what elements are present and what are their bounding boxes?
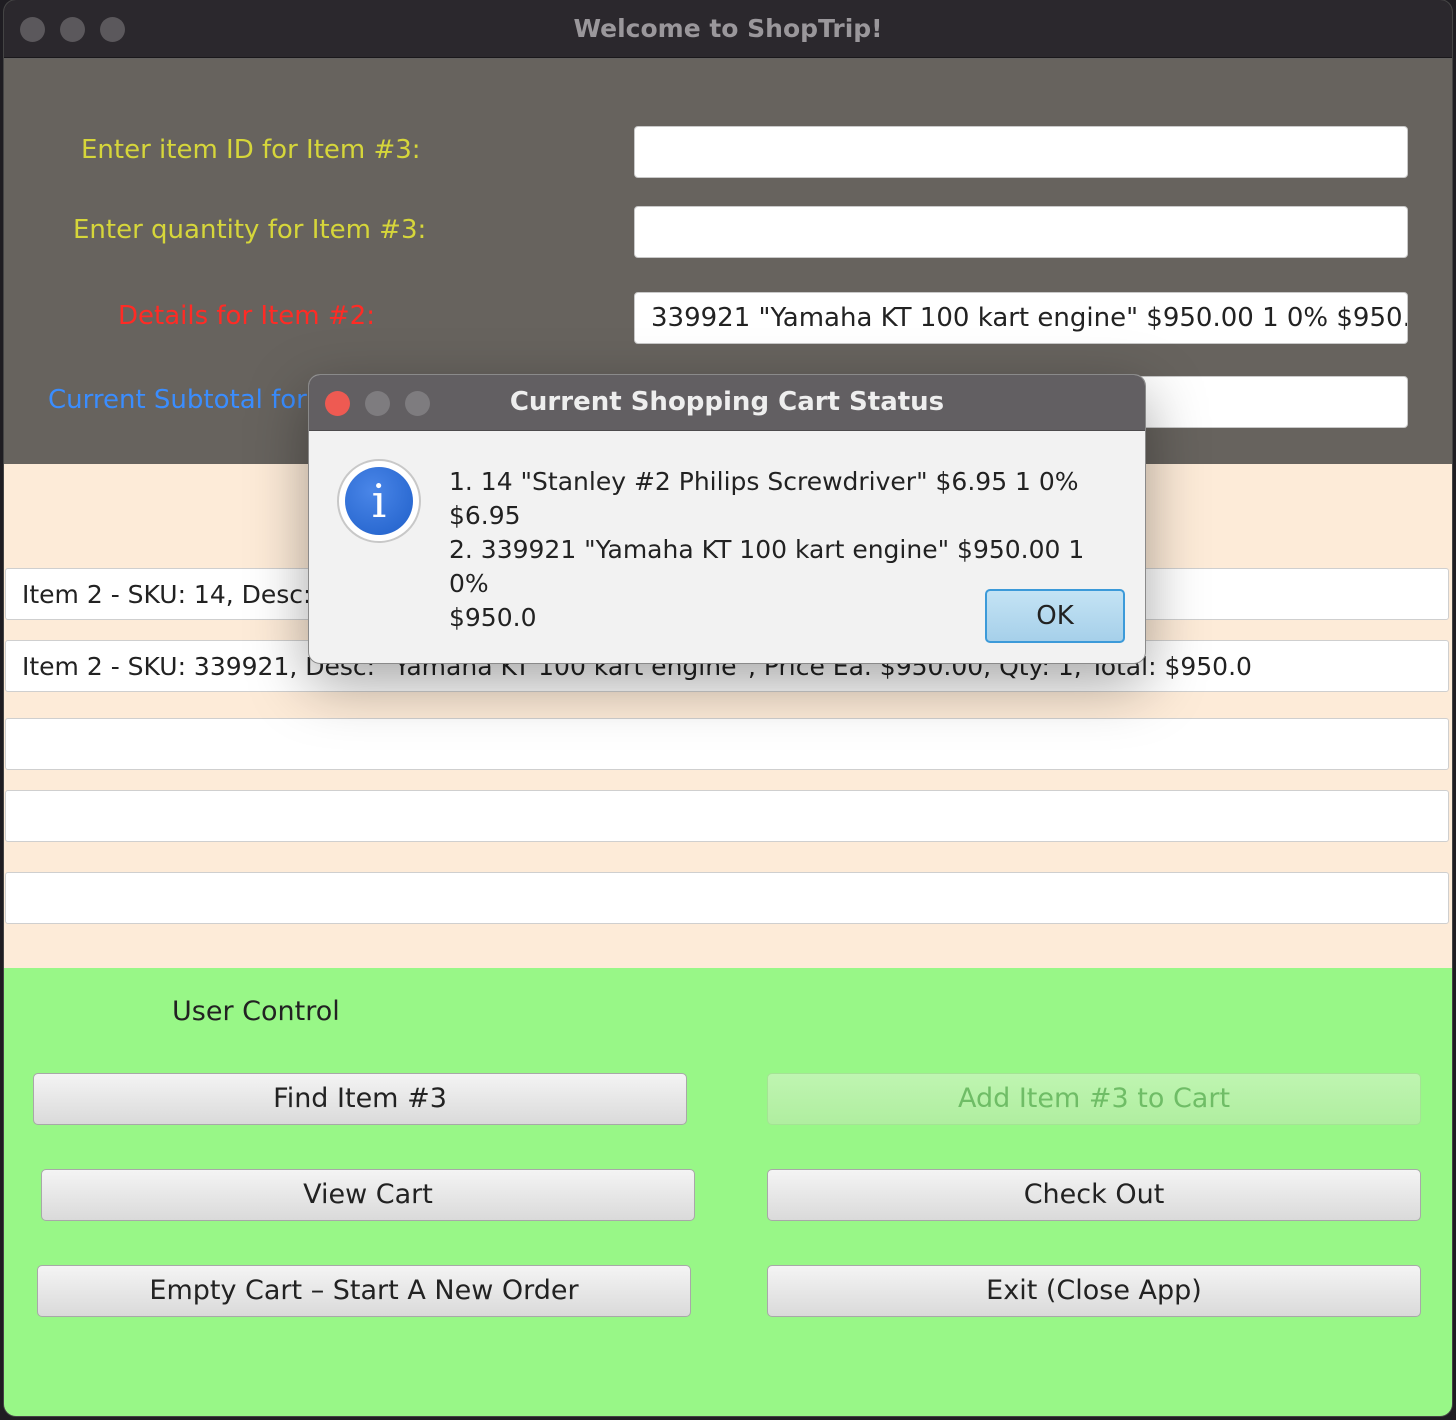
cart-status-dialog: Current Shopping Cart Status i 1. 14 "St… (308, 374, 1146, 664)
check-out-button[interactable]: Check Out (767, 1169, 1421, 1221)
view-cart-button[interactable]: View Cart (41, 1169, 695, 1221)
dialog-title-bar: Current Shopping Cart Status (309, 375, 1145, 431)
user-control-title: User Control (172, 996, 340, 1027)
ok-button[interactable]: OK (985, 589, 1125, 643)
find-item-button[interactable]: Find Item #3 (33, 1073, 687, 1125)
dialog-title: Current Shopping Cart Status (509, 387, 945, 417)
quantity-label: Enter quantity for Item #3: (73, 215, 427, 245)
empty-cart-button[interactable]: Empty Cart – Start A New Order (37, 1265, 691, 1317)
item-id-label: Enter item ID for Item #3: (81, 135, 421, 165)
info-icon: i (337, 459, 421, 543)
title-bar: Welcome to ShopTrip! (4, 0, 1452, 58)
main-window: Welcome to ShopTrip! Enter item ID for I… (4, 0, 1452, 1416)
dialog-line-1: 1. 14 "Stanley #2 Philips Screwdriver" $… (449, 467, 1079, 530)
info-icon-glyph: i (345, 467, 413, 535)
details-label: Details for Item #2: (118, 301, 375, 331)
details-field[interactable]: 339921 "Yamaha KT 100 kart engine" $950.… (634, 292, 1408, 344)
add-item-button[interactable]: Add Item #3 to Cart (767, 1073, 1421, 1125)
subtotal-label: Current Subtotal for (48, 385, 307, 415)
window-title: Welcome to ShopTrip! (573, 14, 883, 43)
cart-row-3[interactable] (5, 718, 1449, 770)
quantity-field[interactable] (634, 206, 1408, 258)
user-control-panel: User Control Find Item #3 Add Item #3 to… (4, 968, 1452, 1416)
exit-button[interactable]: Exit (Close App) (767, 1265, 1421, 1317)
cart-row-4[interactable] (5, 790, 1449, 842)
item-id-field[interactable] (634, 126, 1408, 178)
cart-row-5[interactable] (5, 872, 1449, 924)
